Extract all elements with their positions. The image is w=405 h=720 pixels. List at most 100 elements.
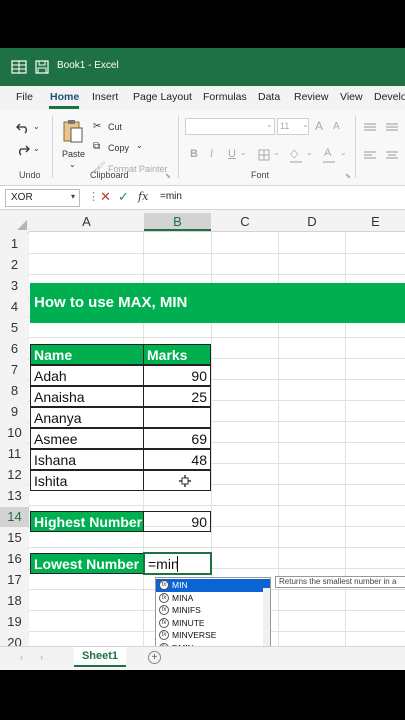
name-cell[interactable]: Ishita xyxy=(30,470,144,491)
font-name-dropdown-icon[interactable]: ⌄ xyxy=(266,120,273,129)
redo-dropdown-icon[interactable]: ⌄ xyxy=(33,144,40,153)
font-size-dropdown-icon[interactable]: ⌄ xyxy=(302,120,309,129)
row-header[interactable]: 13 xyxy=(0,486,29,506)
align-left-icons[interactable] xyxy=(364,150,402,160)
column-header-e[interactable]: E xyxy=(346,213,405,231)
lowest-label-cell[interactable]: Lowest Number xyxy=(30,553,144,574)
highest-value-cell[interactable]: 90 xyxy=(143,511,211,532)
column-header-b[interactable]: B xyxy=(144,213,211,231)
cut-icon[interactable]: ✂ xyxy=(93,121,101,132)
tab-formulas[interactable]: Formulas xyxy=(203,91,247,103)
row-header[interactable]: 4 xyxy=(0,297,29,317)
autocomplete-item[interactable]: fx MINUTE xyxy=(156,617,270,630)
cancel-entry-icon[interactable]: ✕ xyxy=(100,189,111,205)
copy-dropdown-icon[interactable]: ⌄ xyxy=(136,141,143,150)
underline-dropdown-icon[interactable]: ⌄ xyxy=(240,148,247,157)
borders-dropdown-icon[interactable]: ⌄ xyxy=(273,148,280,157)
marks-cell[interactable]: 48 xyxy=(143,449,211,470)
row-header[interactable]: 12 xyxy=(0,465,29,485)
font-name-box[interactable] xyxy=(185,118,275,135)
tab-view[interactable]: View xyxy=(340,91,363,103)
row-header[interactable]: 3 xyxy=(0,276,29,296)
paste-label[interactable]: Paste xyxy=(62,149,85,159)
tab-review[interactable]: Review xyxy=(294,91,328,103)
next-sheet-icon[interactable]: › xyxy=(40,652,43,662)
row-header[interactable]: 18 xyxy=(0,591,29,611)
name-cell[interactable]: Anaisha xyxy=(30,386,144,407)
paste-dropdown-icon[interactable]: ⌄ xyxy=(69,160,76,169)
autocomplete-item[interactable]: fx MINA xyxy=(156,592,270,605)
row-header[interactable]: 11 xyxy=(0,444,29,464)
name-cell[interactable]: Ananya xyxy=(30,407,144,428)
prev-sheet-icon[interactable]: ‹ xyxy=(20,652,23,662)
row-header[interactable]: 8 xyxy=(0,381,29,401)
autocomplete-item[interactable]: fx MINVERSE xyxy=(156,629,270,642)
row-header[interactable]: 10 xyxy=(0,423,29,443)
underline-button[interactable]: U xyxy=(228,148,236,160)
marks-cell[interactable]: 90 xyxy=(143,365,211,386)
redo-icon[interactable] xyxy=(16,144,30,156)
name-cell[interactable]: Asmee xyxy=(30,428,144,449)
autocomplete-item[interactable]: fx MIN xyxy=(156,579,270,592)
row-header[interactable]: 19 xyxy=(0,612,29,632)
save-icon[interactable] xyxy=(34,59,50,75)
insert-function-icon[interactable]: fx xyxy=(138,190,148,203)
paste-icon[interactable] xyxy=(62,118,84,144)
font-color-dropdown-icon[interactable]: ⌄ xyxy=(340,148,347,157)
name-cell[interactable]: Adah xyxy=(30,365,144,386)
italic-button[interactable]: I xyxy=(210,148,213,160)
cut-label[interactable]: Cut xyxy=(108,122,122,132)
font-dialog-launcher-icon[interactable]: ⬊ xyxy=(345,172,351,180)
clipboard-dialog-launcher-icon[interactable]: ⬊ xyxy=(165,172,171,180)
row-header[interactable]: 7 xyxy=(0,360,29,380)
highest-label-cell[interactable]: Highest Number xyxy=(30,511,144,532)
copy-icon[interactable]: ⧉ xyxy=(93,141,100,152)
tab-developer[interactable]: Develo xyxy=(374,91,405,103)
font-color-icon[interactable]: A xyxy=(324,147,331,159)
undo-icon[interactable] xyxy=(16,122,30,134)
align-top-icons[interactable] xyxy=(364,122,402,132)
autocomplete-item[interactable]: fx MINIFS xyxy=(156,604,270,617)
column-header-a[interactable]: A xyxy=(30,213,143,231)
row-header[interactable]: 6 xyxy=(0,339,29,359)
marks-cell[interactable] xyxy=(143,470,211,491)
undo-dropdown-icon[interactable]: ⌄ xyxy=(33,122,40,131)
row-header[interactable]: 5 xyxy=(0,318,29,338)
decrease-font-icon[interactable]: A xyxy=(333,121,340,132)
text-caret xyxy=(177,556,178,572)
formula-input[interactable]: =min xyxy=(160,191,182,202)
column-header-c[interactable]: C xyxy=(212,213,278,231)
header-marks-cell[interactable]: Marks xyxy=(143,344,211,365)
bold-button[interactable]: B xyxy=(190,148,198,160)
tab-file[interactable]: File xyxy=(16,91,33,103)
marks-cell[interactable]: 25 xyxy=(143,386,211,407)
tab-insert[interactable]: Insert xyxy=(92,91,118,103)
name-box-dropdown-icon[interactable]: ▾ xyxy=(71,192,75,201)
name-box[interactable]: XOR xyxy=(5,189,80,207)
tab-home[interactable]: Home xyxy=(50,91,79,103)
add-sheet-icon[interactable]: + xyxy=(148,651,161,664)
header-name-cell[interactable]: Name xyxy=(30,344,144,365)
sheet-tab-active[interactable]: Sheet1 xyxy=(74,647,126,667)
increase-font-icon[interactable]: A xyxy=(315,119,323,133)
formula-bar-grip-icon: ⋮ xyxy=(88,191,99,203)
copy-label[interactable]: Copy xyxy=(108,143,129,153)
row-header[interactable]: 14 xyxy=(0,507,29,527)
row-header[interactable]: 9 xyxy=(0,402,29,422)
tab-page-layout[interactable]: Page Layout xyxy=(133,91,192,103)
row-header[interactable]: 16 xyxy=(0,549,29,569)
confirm-entry-icon[interactable]: ✓ xyxy=(118,189,129,205)
name-cell[interactable]: Ishana xyxy=(30,449,144,470)
fill-color-icon[interactable]: ◇ xyxy=(290,147,298,160)
row-header[interactable]: 1 xyxy=(0,234,29,254)
row-header[interactable]: 15 xyxy=(0,528,29,548)
column-header-d[interactable]: D xyxy=(279,213,345,231)
fill-color-dropdown-icon[interactable]: ⌄ xyxy=(306,148,313,157)
row-header[interactable]: 17 xyxy=(0,570,29,590)
tab-data[interactable]: Data xyxy=(258,91,280,103)
marks-cell[interactable] xyxy=(143,407,211,428)
borders-icon[interactable] xyxy=(258,149,270,161)
sheet-title[interactable]: How to use MAX, MIN xyxy=(31,292,190,313)
row-header[interactable]: 2 xyxy=(0,255,29,275)
marks-cell[interactable]: 69 xyxy=(143,428,211,449)
